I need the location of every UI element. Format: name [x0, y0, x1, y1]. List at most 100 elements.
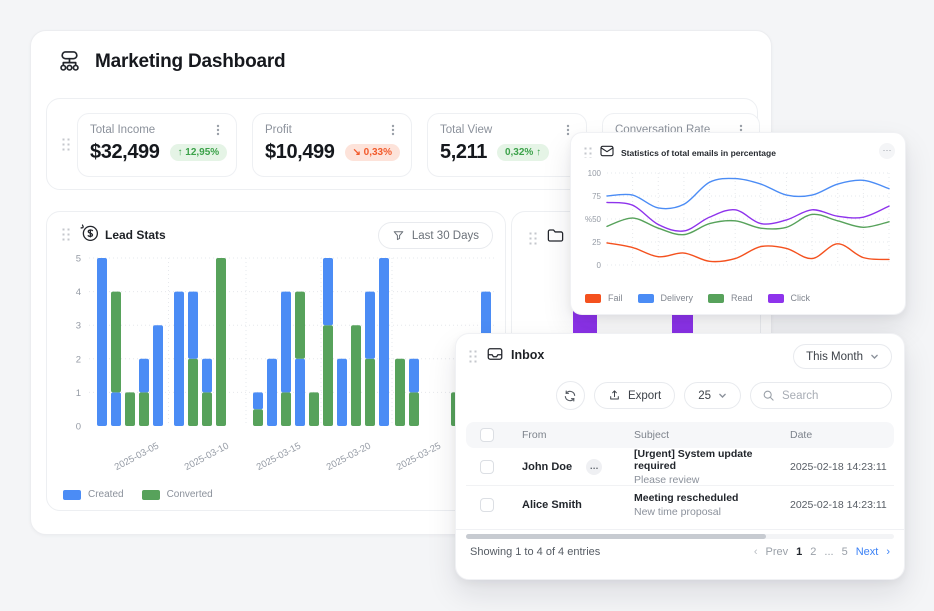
row-checkbox[interactable] [480, 460, 494, 474]
email-date: 2025-02-18 14:23:11 [780, 499, 894, 511]
svg-text:5: 5 [76, 254, 81, 265]
svg-text:25: 25 [592, 238, 601, 247]
stat-value: $32,499 [90, 141, 160, 164]
read-swatch [708, 294, 724, 303]
legend-item-converted: Converted [142, 489, 213, 500]
page-size-select[interactable]: 25 [684, 382, 741, 409]
email-preview: New time proposal [634, 506, 780, 518]
stat-title: Total View [440, 124, 492, 136]
svg-text:2025-03-05: 2025-03-05 [113, 441, 161, 474]
inbox-icon [486, 345, 504, 363]
legend-label: Read [731, 293, 753, 303]
stat-card-profit: Profit $10,499 ↘ 0,33% [252, 113, 412, 177]
created-swatch [63, 490, 81, 500]
inbox-table: From Subject Date John Doe … [Urgent] Sy… [466, 422, 894, 524]
column-subject: Subject [624, 429, 780, 441]
stat-title: Total Income [90, 124, 155, 136]
filter-label: Last 30 Days [412, 230, 479, 242]
trend-badge: ↘ 0,33% [345, 144, 401, 161]
horizontal-scrollbar[interactable] [466, 534, 894, 539]
inbox-drag-handle[interactable] [468, 349, 478, 364]
email-subject: Meeting rescheduled [634, 492, 780, 504]
search-input[interactable] [782, 390, 877, 402]
svg-text:0: 0 [76, 422, 81, 433]
envelope-icon [599, 143, 615, 159]
lead-coin-icon [79, 222, 100, 243]
period-value: This Month [806, 351, 863, 363]
table-row[interactable]: John Doe … [Urgent] System update requir… [466, 448, 894, 486]
svg-text:%: % [585, 215, 592, 224]
ellipsis-menu-button[interactable]: ⋯ [879, 143, 895, 159]
legend-label: Delivery [661, 293, 694, 303]
refresh-icon [563, 389, 577, 403]
folder-icon [546, 226, 565, 245]
prev-arrow[interactable]: ‹ [754, 546, 758, 558]
dashboard-header: Marketing Dashboard [56, 48, 285, 75]
legend-item-created: Created [63, 489, 124, 500]
column-date: Date [780, 429, 894, 441]
email-panel-drag-handle[interactable] [583, 146, 593, 158]
table-row[interactable]: Alice Smith Meeting rescheduled New time… [466, 486, 894, 524]
lead-stats-drag-handle[interactable] [61, 227, 71, 242]
page-1[interactable]: 1 [796, 546, 802, 558]
chevron-down-icon [870, 352, 879, 361]
inbox-title: Inbox [511, 348, 544, 362]
sender-name: John Doe [522, 461, 572, 473]
svg-text:100: 100 [588, 169, 602, 178]
stat-title: Profit [265, 124, 292, 136]
legend-item-fail: Fail [585, 293, 623, 303]
stats-drag-handle[interactable] [61, 137, 71, 152]
legend-item-click: Click [768, 293, 811, 303]
legend-label: Created [88, 489, 124, 500]
divider [456, 529, 904, 530]
scrollbar-thumb[interactable] [466, 534, 766, 539]
legend-label: Click [791, 293, 811, 303]
email-stats-line-chart: 1007550250% [577, 163, 899, 289]
next-button[interactable]: Next [856, 546, 879, 558]
column-from: From [512, 429, 624, 441]
search-box [750, 382, 892, 409]
stat-value: 5,211 [440, 141, 487, 164]
entries-summary: Showing 1 to 4 of 4 entries [470, 546, 600, 558]
export-label: Export [628, 390, 661, 402]
page-ellipsis: ... [824, 546, 833, 558]
folder-panel-drag-handle[interactable] [528, 231, 538, 246]
next-arrow[interactable]: › [886, 546, 890, 558]
lead-stats-header: Lead Stats Last 30 Days [47, 212, 505, 252]
click-swatch [768, 294, 784, 303]
email-subject: [Urgent] System update required [634, 448, 780, 472]
row-checkbox[interactable] [480, 498, 494, 512]
stat-card-total-view: Total View 5,211 0,32% ↑ [427, 113, 587, 177]
email-date: 2025-02-18 14:23:11 [780, 461, 894, 473]
page-size-value: 25 [698, 390, 711, 402]
pagination: ‹ Prev 1 2 ... 5 Next › [754, 546, 890, 558]
page-5[interactable]: 5 [842, 546, 848, 558]
prev-button[interactable]: Prev [766, 546, 789, 558]
kebab-menu-icon[interactable] [387, 124, 399, 136]
search-icon [762, 389, 775, 402]
export-button[interactable]: Export [594, 382, 675, 409]
export-icon [608, 389, 621, 402]
row-menu-button[interactable]: … [586, 459, 602, 475]
legend-item-read: Read [708, 293, 753, 303]
lead-stats-title: Lead Stats [105, 228, 166, 242]
trend-badge: ↑ 12,95% [170, 144, 228, 161]
refresh-button[interactable] [556, 381, 585, 410]
svg-text:75: 75 [592, 192, 601, 201]
kebab-menu-icon[interactable] [212, 124, 224, 136]
email-stats-legend: Fail Delivery Read Click [585, 293, 810, 303]
page-2[interactable]: 2 [810, 546, 816, 558]
svg-text:2: 2 [76, 354, 81, 365]
legend-label: Converted [167, 489, 213, 500]
converted-swatch [142, 490, 160, 500]
fail-swatch [585, 294, 601, 303]
filter-last-30-days-button[interactable]: Last 30 Days [378, 222, 493, 249]
svg-text:2025-03-25: 2025-03-25 [395, 441, 443, 474]
select-all-checkbox[interactable] [480, 428, 494, 442]
funnel-icon [392, 229, 405, 242]
legend-label: Fail [608, 293, 623, 303]
period-select[interactable]: This Month [793, 344, 892, 369]
svg-text:2025-03-20: 2025-03-20 [325, 441, 373, 474]
kebab-menu-icon[interactable] [562, 124, 574, 136]
svg-text:50: 50 [592, 215, 601, 224]
